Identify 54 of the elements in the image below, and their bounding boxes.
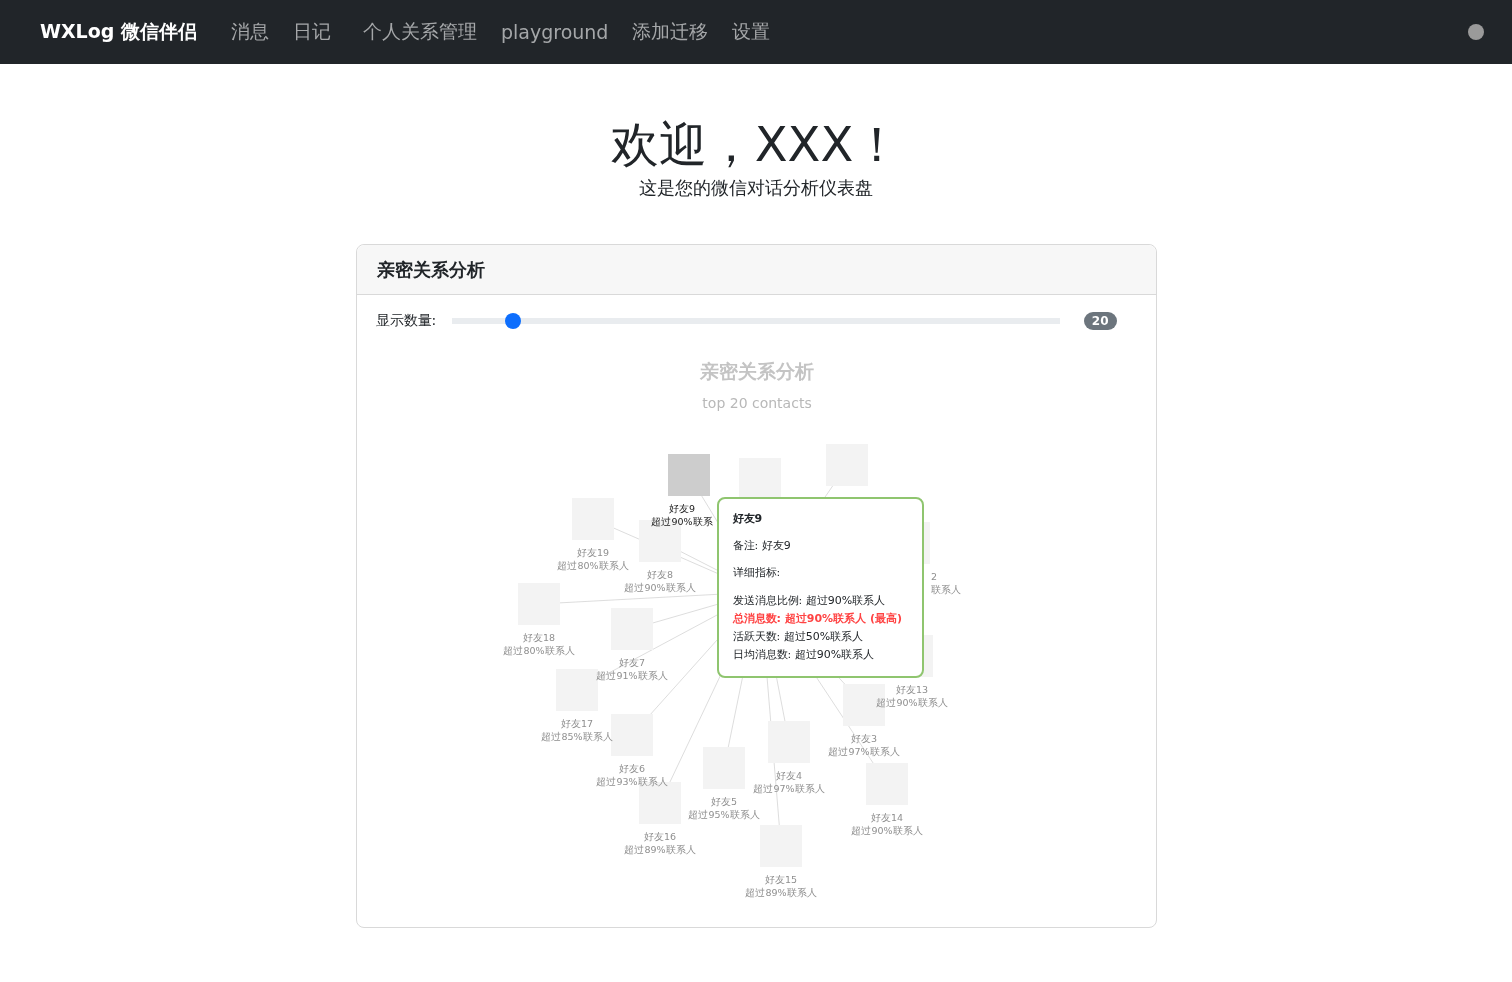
contact-name: 好友17	[560, 718, 593, 729]
contact-rank: 超过91%联系人	[595, 670, 668, 681]
contact-rank: 超过90%联系人	[850, 825, 923, 836]
contact-name: 好友8	[646, 569, 673, 580]
contact-name: 好友3	[850, 733, 877, 744]
welcome-title: 欢迎，XXX！	[609, 116, 903, 172]
tooltip-metric: 活跃天数: 超过50%联系人	[732, 629, 865, 645]
contact-name: 好友9	[668, 503, 695, 514]
tooltip-metric: 发送消息比例: 超过90%联系人	[732, 593, 887, 609]
contact-rank: 超过89%联系人	[623, 844, 696, 855]
tooltip-metric: 日均消息数: 超过90%联系人	[732, 647, 876, 663]
brand-logo[interactable]: WXLog 微信伴侣	[40, 19, 197, 45]
contact-name: 好友13	[895, 684, 928, 695]
contact-rank: 超过97%联系人	[752, 783, 825, 794]
tooltip-title: 好友9	[732, 511, 764, 526]
nav-link[interactable]: playground	[501, 21, 609, 43]
nav-link[interactable]: 个人关系管理	[363, 19, 477, 45]
contact-rank: 联系人	[930, 584, 961, 595]
contact-rank: 超过93%联系人	[595, 776, 668, 787]
chart-subtitle: top 20 contacts	[701, 395, 812, 411]
chart-title: 亲密关系分析	[699, 360, 814, 382]
contact-name: 好友4	[775, 770, 802, 781]
contact-name: 好友18	[522, 632, 555, 643]
welcome-subtitle: 这是您的微信对话分析仪表盘	[638, 176, 874, 200]
tooltip-note: 备注: 好友9	[732, 538, 792, 553]
contact-name: 好友6	[618, 763, 645, 774]
nav-link[interactable]: 设置	[732, 19, 771, 45]
contact-rank: 超过90%联系	[650, 516, 713, 527]
contact-name: 好友14	[870, 812, 903, 823]
status-dot-icon	[1468, 24, 1484, 40]
contact-name: 好友15	[764, 874, 797, 885]
card-title: 亲密关系分析	[376, 257, 485, 282]
contact-name: 好友7	[618, 657, 645, 668]
slider-label: 显示数量:	[375, 312, 437, 330]
contact-rank: 超过90%联系人	[875, 697, 948, 708]
contact-rank: 超过89%联系人	[744, 887, 817, 898]
tooltip-section: 详细指标:	[732, 565, 908, 580]
count-badge: 20	[1083, 312, 1117, 330]
nav-link[interactable]: 日记	[293, 19, 331, 45]
contact-avatar[interactable]	[738, 458, 781, 500]
contact-name: 2	[930, 571, 937, 582]
contact-name: 好友5	[710, 796, 737, 807]
contact-rank: 超过80%联系人	[502, 645, 575, 656]
tooltip-metric: 总消息数: 超过90%联系人 (最高)	[732, 611, 903, 627]
contact-rank: 超过95%联系人	[687, 809, 760, 820]
contact-rank: 超过80%联系人	[556, 560, 629, 571]
contact-rank: 超过85%联系人	[540, 731, 613, 742]
slider-thumb[interactable]	[504, 313, 521, 329]
contact-name: 好友19	[576, 547, 609, 558]
contact-rank: 超过97%联系人	[827, 746, 900, 757]
nav-link[interactable]: 添加迁移	[632, 19, 709, 45]
contact-rank: 超过90%联系人	[623, 582, 696, 593]
nav-link[interactable]: 消息	[231, 19, 269, 45]
contact-name: 好友16	[643, 831, 676, 842]
